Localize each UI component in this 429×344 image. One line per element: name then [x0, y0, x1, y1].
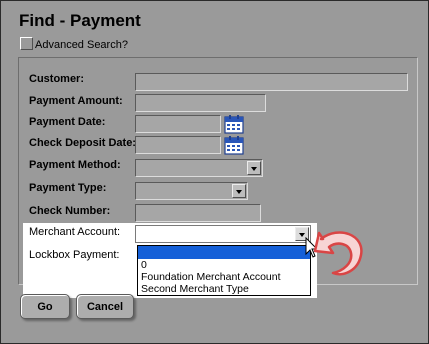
check-number-field[interactable]	[135, 204, 261, 222]
merchant-account-dropdown-list: 0 Foundation Merchant Account Second Mer…	[137, 245, 311, 296]
customer-field[interactable]	[135, 73, 408, 91]
check-number-label: Check Number:	[29, 205, 111, 217]
payment-type-select[interactable]	[135, 182, 248, 200]
calendar-icon[interactable]	[224, 114, 244, 134]
customer-label: Customer:	[29, 73, 85, 85]
payment-amount-field[interactable]	[135, 94, 266, 112]
chevron-down-icon[interactable]	[232, 184, 246, 198]
advanced-search-label: Advanced Search?	[35, 39, 128, 51]
dropdown-option[interactable]: Foundation Merchant Account	[138, 271, 310, 283]
find-payment-dialog: Find - Payment Advanced Search? Customer…	[0, 0, 429, 344]
payment-method-label: Payment Method:	[29, 159, 121, 171]
check-deposit-date-field[interactable]	[135, 136, 221, 154]
cancel-button[interactable]: Cancel	[76, 294, 134, 319]
merchant-account-select[interactable]	[135, 225, 311, 243]
advanced-search-toggle[interactable]: Advanced Search?	[20, 36, 128, 51]
payment-amount-label: Payment Amount:	[29, 95, 123, 107]
payment-date-field[interactable]	[135, 115, 221, 133]
merchant-account-label: Merchant Account:	[29, 226, 121, 238]
dialog-title: Find - Payment	[19, 11, 141, 30]
go-button[interactable]: Go	[20, 294, 70, 319]
check-deposit-date-label: Check Deposit Date:	[29, 137, 136, 149]
advanced-search-checkbox[interactable]	[20, 37, 33, 50]
payment-type-label: Payment Type:	[29, 182, 107, 194]
lockbox-payment-label: Lockbox Payment:	[29, 249, 120, 261]
payment-method-select[interactable]	[135, 159, 263, 177]
dropdown-option[interactable]: 0	[138, 259, 310, 271]
chevron-down-icon[interactable]	[247, 161, 261, 175]
calendar-icon[interactable]	[224, 135, 244, 155]
dropdown-option[interactable]: Second Merchant Type	[138, 283, 310, 295]
payment-date-label: Payment Date:	[29, 116, 106, 128]
annotation-arrow-icon	[313, 231, 363, 276]
dropdown-option[interactable]	[138, 246, 310, 259]
